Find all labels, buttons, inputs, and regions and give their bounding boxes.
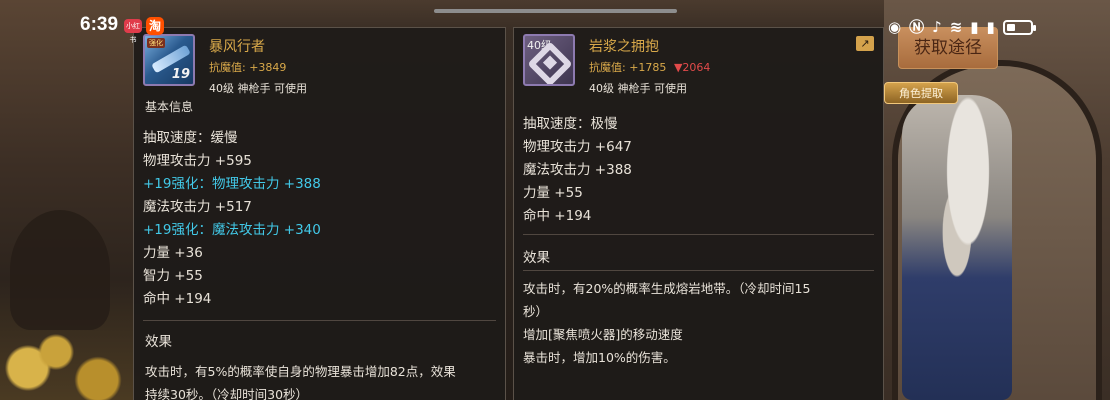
taobao-app-icon: 淘 [146, 17, 164, 35]
side-button[interactable]: 角色提取 [884, 82, 958, 104]
wifi-icon: ≋ [949, 18, 963, 36]
stat-line-enhance: +19强化：物理攻击力 +388 [143, 176, 321, 192]
stat-line-enhance: +19强化：魔法攻击力 +340 [143, 222, 321, 238]
magic-resist-value: +3849 [249, 61, 287, 74]
stat-line: 力量 +55 [523, 185, 583, 201]
background-left-scene [0, 0, 140, 400]
stat-line: 力量 +36 [143, 245, 203, 261]
magic-resist-line: 抗魔值: +1785 ▼2064 [589, 59, 710, 75]
status-time: 6:39 [80, 14, 119, 35]
status-bar: 6:39 小红书 淘 ◉ Ⓝ ♪ ≋ ▮ ▮ [0, 0, 1110, 44]
section-title-basic-info: 基本信息 [145, 100, 194, 114]
divider [143, 320, 496, 321]
signal-icon-2: ▮ [986, 18, 995, 36]
background-character [902, 95, 1012, 400]
notification-badge-icon: 小红书 [124, 19, 142, 44]
magic-resist-label: 抗魔值: [589, 61, 626, 74]
stats-list: 抽取速度：极慢 物理攻击力 +647 魔法攻击力 +388 力量 +55 命中 … [523, 113, 632, 228]
effect-line: 持续30秒。（冷却时间30秒） [145, 387, 309, 400]
stat-line: 物理攻击力 +647 [523, 139, 632, 155]
nfc-icon: Ⓝ [909, 18, 925, 36]
mute-icon: ♪ [932, 18, 942, 36]
battery-icon [1002, 19, 1036, 35]
item-tooltip-right: 40级 岩浆之拥抱 抗魔值: +1785 ▼2064 40级 神枪手 可使用 ↗… [513, 27, 884, 400]
stat-line: 命中 +194 [143, 291, 212, 307]
stat-line: 命中 +194 [523, 208, 592, 224]
background-figure [10, 210, 110, 330]
magic-resist-line: 抗魔值: +3849 [209, 59, 286, 75]
stat-line: 魔法攻击力 +388 [523, 162, 632, 178]
effect-line: 增加[聚焦喷火器]的移动速度 [523, 327, 683, 342]
stat-line: 抽取速度：极慢 [523, 116, 618, 132]
class-info: 40级 神枪手 可使用 [209, 82, 307, 95]
signal-icon: ▮ [970, 18, 979, 36]
eye-icon: ◉ [888, 18, 902, 36]
effect-title: 效果 [145, 334, 172, 350]
effect-line: 暴击时，增加10%的伤害。 [523, 350, 676, 365]
item-tooltip-left: 强化 19 暴风行者 抗魔值: +3849 40级 神枪手 可使用 基本信息 抽… [133, 27, 506, 400]
divider [523, 270, 874, 271]
effect-line: 攻击时，有5%的概率使自身的物理暴击增加82点，效果 [145, 364, 456, 379]
stat-line: 抽取速度：缓慢 [143, 130, 238, 146]
effect-title: 效果 [523, 250, 550, 266]
stat-line: 物理攻击力 +595 [143, 153, 252, 169]
magic-resist-label: 抗魔值: [209, 61, 246, 74]
magic-resist-value: +1785 [629, 61, 667, 74]
status-icons: ◉ Ⓝ ♪ ≋ ▮ ▮ [888, 16, 1036, 38]
stat-line: 魔法攻击力 +517 [143, 199, 252, 215]
class-info: 40级 神枪手 可使用 [589, 82, 687, 95]
effect-line: 秒） [523, 304, 549, 319]
magic-resist-compare: ▼2064 [673, 61, 711, 74]
effect-line: 攻击时，有20%的概率生成熔岩地带。（冷却时间15 [523, 281, 811, 296]
drag-handle[interactable] [434, 9, 677, 13]
divider [523, 234, 874, 235]
stat-line: 智力 +55 [143, 268, 203, 284]
enhance-level: 19 [171, 67, 190, 82]
stats-list: 抽取速度：缓慢 物理攻击力 +595 +19强化：物理攻击力 +388 魔法攻击… [143, 127, 321, 311]
effect-text: 攻击时，有5%的概率使自身的物理暴击增加82点，效果 持续30秒。（冷却时间30… [145, 360, 456, 400]
effect-text: 攻击时，有20%的概率生成熔岩地带。（冷却时间15 秒） 增加[聚焦喷火器]的移… [523, 277, 810, 369]
